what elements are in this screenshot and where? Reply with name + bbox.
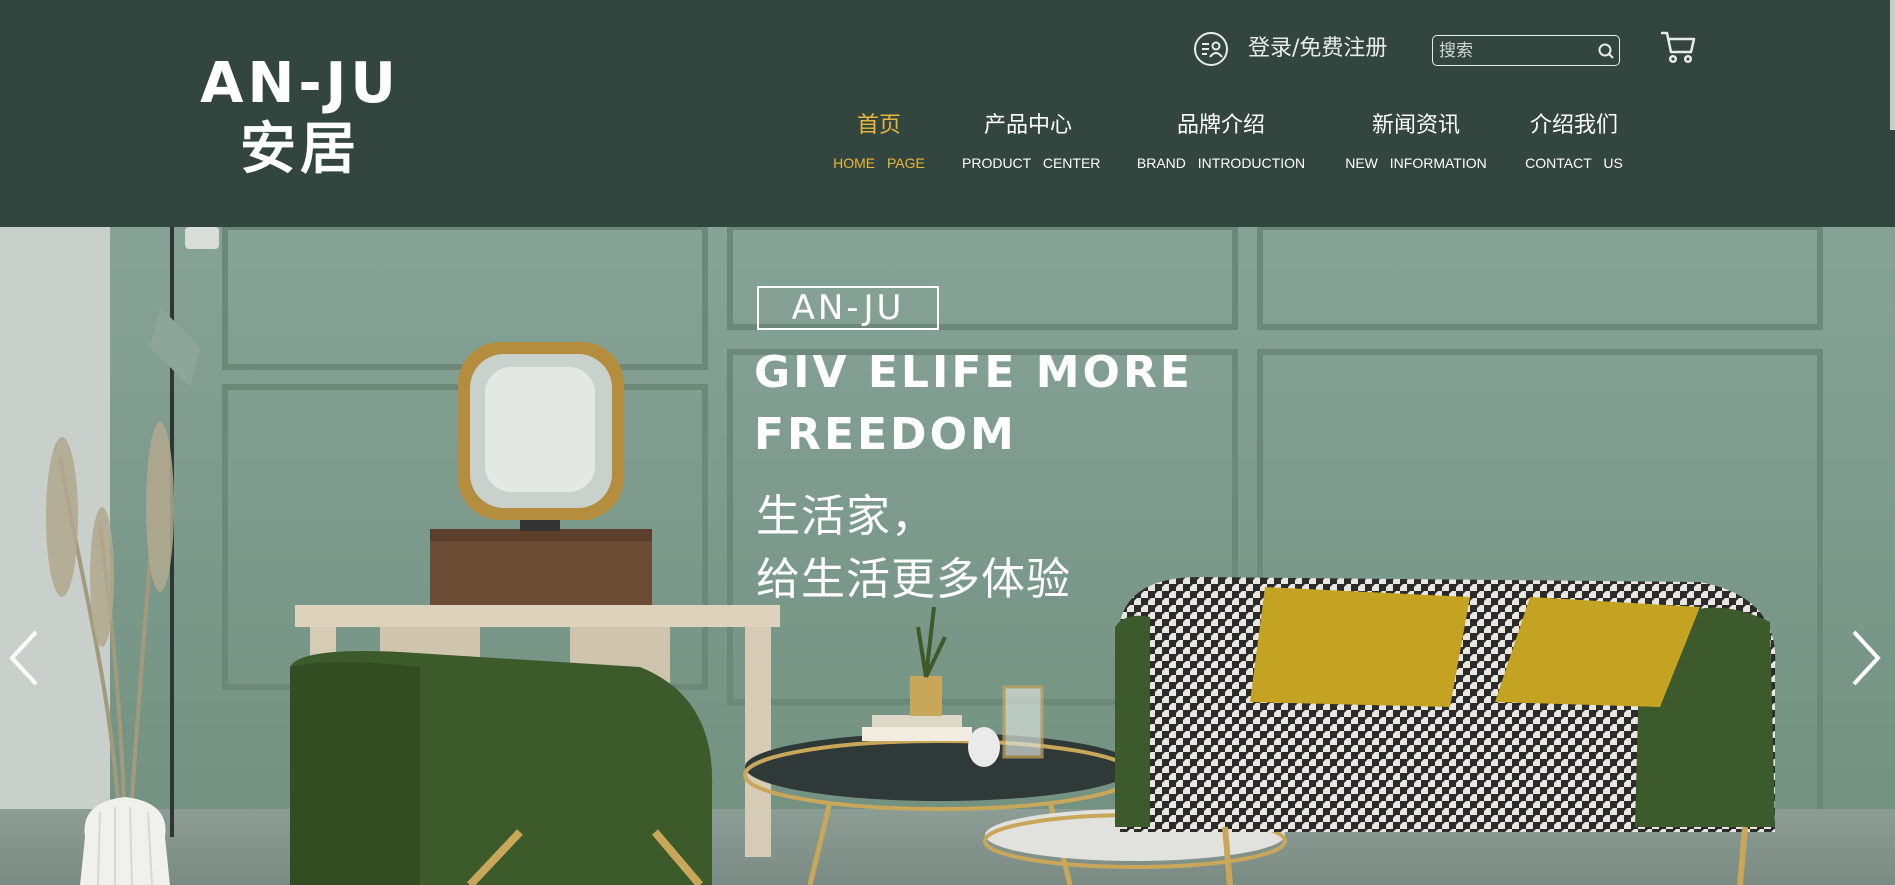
login-register-link[interactable]: 登录/免费注册 [1248,34,1387,64]
nav-item-contact-us[interactable]: 介绍我们 CONTACT US [1516,108,1632,174]
hero-headline-line1: GIV ELIFE MORE [754,347,1193,398]
nav-item-home[interactable]: 首页 HOME PAGE [820,108,938,174]
user-icon[interactable] [1194,32,1228,66]
page-scrollbar[interactable] [1890,0,1895,130]
nav-item-label-en: CONTACT US [1525,155,1623,171]
nav-item-label-en: HOME PAGE [833,155,925,171]
nav-item-label-cn: 新闻资讯 [1371,113,1460,138]
hero-headline-line2: FREEDOM [754,409,1017,460]
nav-item-label-en: PRODUCT CENTER [962,155,1101,171]
cart-icon[interactable] [1659,30,1697,66]
carousel-next-arrow-icon[interactable] [1846,628,1886,688]
nav-item-label-cn: 介绍我们 [1529,113,1618,138]
site-header: AN-JU 安居 登录/免费注册 首页 HOME P [0,0,1895,227]
nav-item-product-center[interactable]: 产品中心 PRODUCT CENTER [962,108,1101,174]
nav-item-label-cn: 产品中心 [983,113,1072,138]
nav-item-label-en: NEW INFORMATION [1345,155,1487,171]
logo-en: AN-JU [200,51,400,116]
nav-item-brand-introduction[interactable]: 品牌介绍 BRAND INTRODUCTION [1132,108,1310,174]
logo-cn: 安居 [240,117,360,182]
nav-item-label-cn: 品牌介绍 [1176,113,1265,138]
hero-banner: AN-JU GIV ELIFE MORE FREEDOM 生活家， 给生活更多体… [0,227,1895,885]
hero-cn-line1: 生活家， [756,491,936,542]
carousel-prev-arrow-icon[interactable] [4,628,44,688]
nav-item-news[interactable]: 新闻资讯 NEW INFORMATION [1336,108,1496,174]
nav-item-label-cn: 首页 [856,113,901,138]
site-logo[interactable]: AN-JU 安居 [190,52,410,184]
search-input[interactable] [1439,39,1589,62]
hero-cn-line2: 给生活更多体验 [756,554,1071,605]
search-box[interactable] [1432,35,1620,66]
nav-item-label-en: BRAND INTRODUCTION [1136,155,1306,171]
hero-tag: AN-JU [757,286,939,330]
search-icon[interactable] [1598,43,1614,63]
